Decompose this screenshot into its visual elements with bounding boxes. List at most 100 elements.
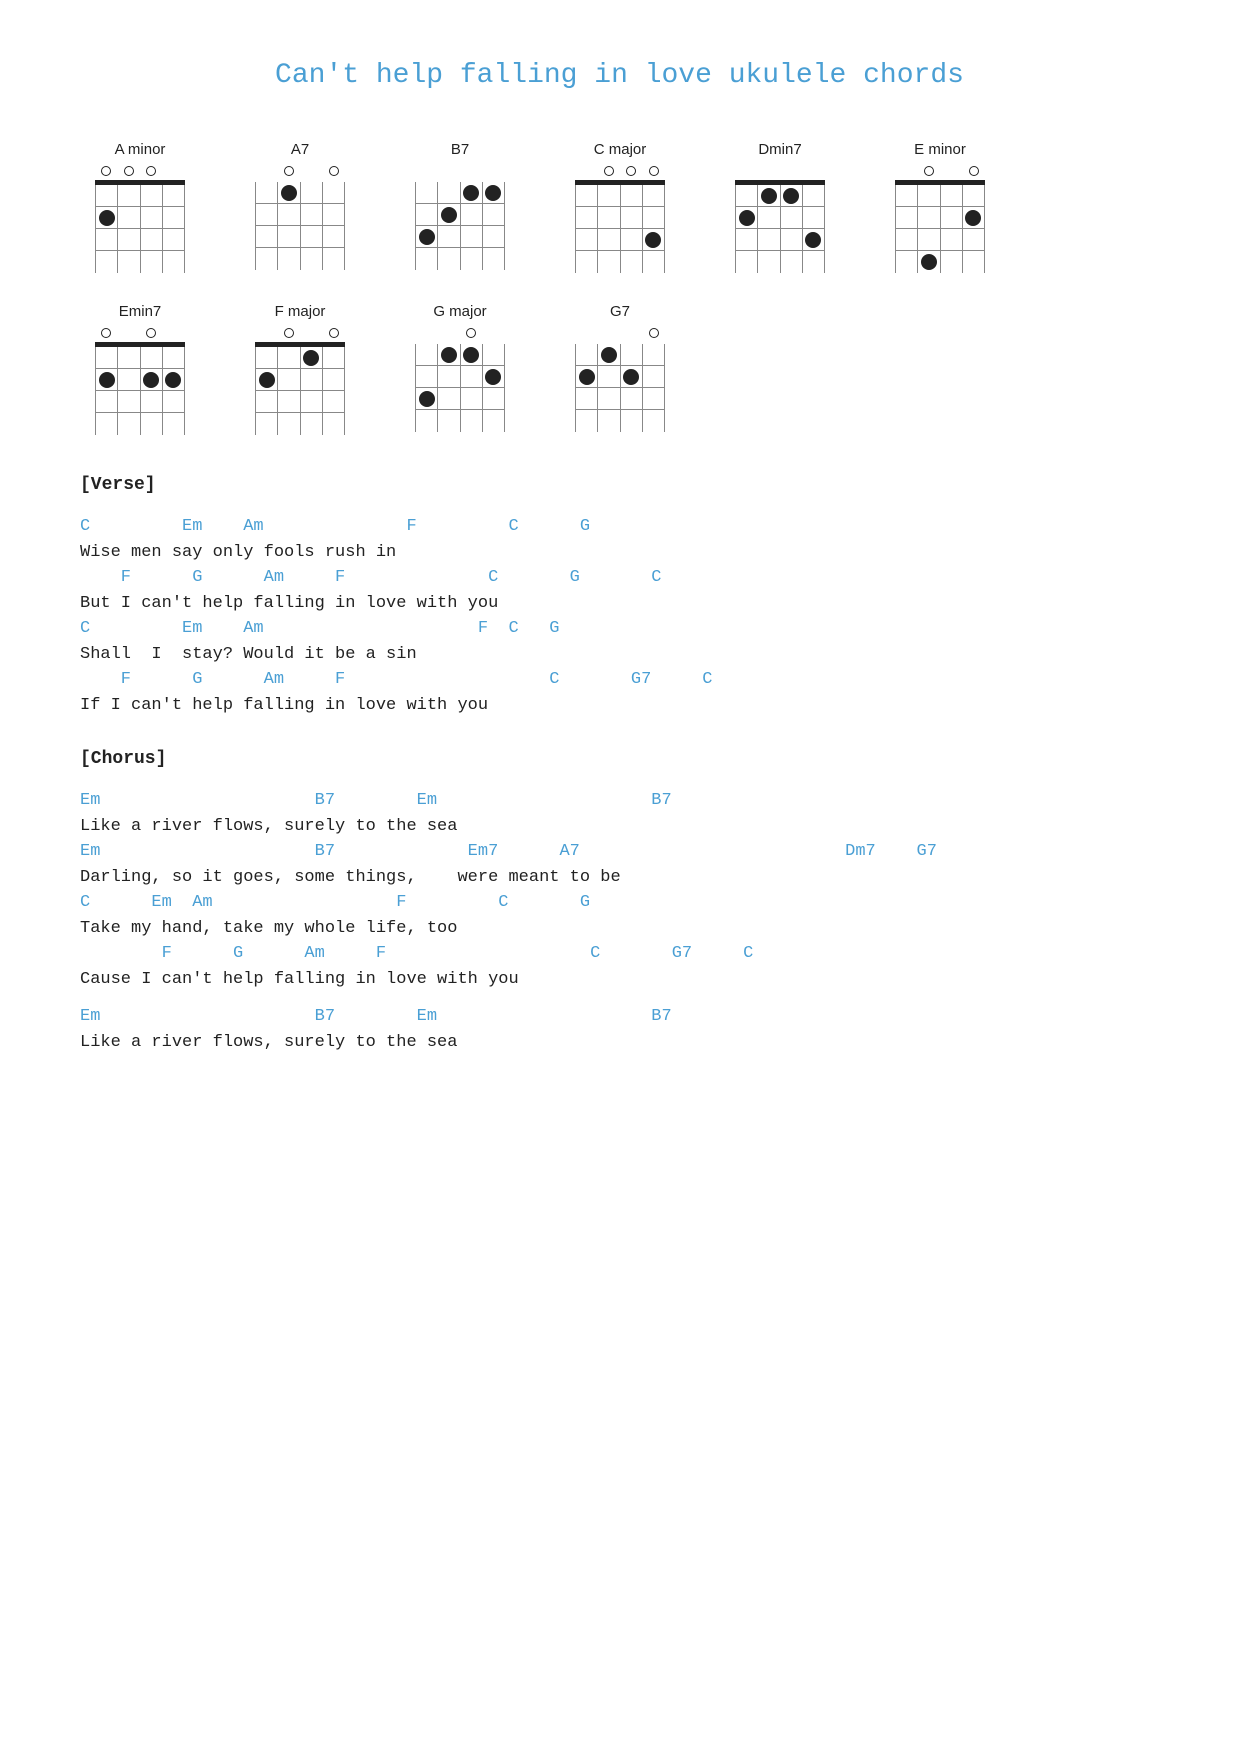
chord-grid bbox=[255, 324, 345, 435]
open-strings bbox=[415, 162, 505, 180]
fret-cell bbox=[301, 413, 323, 435]
fret-row bbox=[575, 366, 665, 388]
fret-cell bbox=[941, 251, 963, 273]
fret-row bbox=[735, 207, 825, 229]
finger-dot bbox=[303, 350, 319, 366]
open-string-indicator bbox=[581, 328, 591, 338]
fret-row bbox=[95, 229, 185, 251]
chord-grid bbox=[95, 162, 185, 273]
open-string-indicator bbox=[489, 166, 499, 176]
open-string-indicator bbox=[466, 166, 476, 176]
finger-dot bbox=[485, 369, 501, 385]
open-string-indicator bbox=[101, 328, 111, 338]
fret-cell bbox=[118, 369, 140, 390]
section-label: [Chorus] bbox=[80, 749, 1159, 769]
finger-dot bbox=[463, 347, 479, 363]
open-strings bbox=[895, 162, 985, 180]
fret-cell bbox=[758, 207, 780, 228]
fret-cell bbox=[621, 251, 643, 273]
fret-cell bbox=[918, 251, 940, 273]
lyric-line: Like a river flows, surely to the sea bbox=[80, 813, 1159, 840]
fret-cell bbox=[95, 229, 118, 250]
chord-line: C Em Am F C G bbox=[80, 891, 1159, 915]
finger-dot bbox=[579, 369, 595, 385]
fret-grid bbox=[255, 182, 345, 270]
song-section: [Chorus]Em B7 Em B7Like a river flows, s… bbox=[80, 749, 1159, 1056]
fret-cell bbox=[598, 207, 620, 228]
open-string-indicator bbox=[169, 328, 179, 338]
fret-cell bbox=[163, 391, 185, 412]
fret-cell bbox=[598, 410, 620, 432]
chord-name: G7 bbox=[610, 303, 630, 320]
open-string-indicator bbox=[261, 328, 271, 338]
fret-cell bbox=[118, 185, 140, 206]
fret-cell bbox=[141, 207, 163, 228]
fret-cell bbox=[438, 344, 460, 365]
fret-grid bbox=[255, 347, 345, 435]
chord-line: C Em Am F C G bbox=[80, 515, 1159, 539]
chord-grid bbox=[735, 162, 825, 273]
open-strings bbox=[95, 162, 185, 180]
open-string-indicator bbox=[649, 166, 659, 176]
song-section: [Verse]C Em Am F C GWise men say only fo… bbox=[80, 475, 1159, 719]
fret-row bbox=[415, 182, 505, 204]
fret-cell bbox=[598, 388, 620, 409]
fret-cell bbox=[643, 251, 665, 273]
fret-cell bbox=[483, 182, 505, 203]
fret-cell bbox=[301, 226, 323, 247]
fret-cell bbox=[461, 226, 483, 247]
chord-diagram-f-major: F major bbox=[240, 303, 360, 435]
chord-diagram-g7: G7 bbox=[560, 303, 680, 435]
fret-cell bbox=[621, 366, 643, 387]
finger-dot bbox=[143, 372, 159, 388]
fret-cell bbox=[438, 204, 460, 225]
open-string-indicator bbox=[169, 166, 179, 176]
fret-row bbox=[575, 251, 665, 273]
fret-grid bbox=[415, 344, 505, 432]
fret-cell bbox=[621, 410, 643, 432]
fret-cell bbox=[255, 226, 278, 247]
chord-name: F major bbox=[275, 303, 326, 320]
fret-row bbox=[95, 413, 185, 435]
fret-grid bbox=[575, 185, 665, 273]
fret-cell bbox=[643, 185, 665, 206]
finger-dot bbox=[281, 185, 297, 201]
fret-grid bbox=[95, 185, 185, 273]
fret-cell bbox=[301, 204, 323, 225]
fret-row bbox=[735, 251, 825, 273]
fret-cell bbox=[438, 388, 460, 409]
fret-cell bbox=[895, 185, 918, 206]
fret-cell bbox=[575, 229, 598, 250]
fret-cell bbox=[118, 207, 140, 228]
fret-cell bbox=[255, 369, 278, 390]
open-string-indicator bbox=[741, 166, 751, 176]
fret-row bbox=[95, 185, 185, 207]
fret-cell bbox=[323, 182, 345, 203]
fret-cell bbox=[735, 185, 758, 206]
chord-grid bbox=[95, 324, 185, 435]
fret-cell bbox=[621, 185, 643, 206]
fret-cell bbox=[95, 347, 118, 368]
fret-cell bbox=[781, 207, 803, 228]
fret-cell bbox=[643, 366, 665, 387]
section-label: [Verse] bbox=[80, 475, 1159, 495]
fret-cell bbox=[895, 251, 918, 273]
fret-cell bbox=[895, 229, 918, 250]
finger-dot bbox=[165, 372, 181, 388]
finger-dot bbox=[783, 188, 799, 204]
fret-cell bbox=[643, 207, 665, 228]
fret-cell bbox=[415, 410, 438, 432]
open-string-indicator bbox=[946, 166, 956, 176]
fret-cell bbox=[918, 185, 940, 206]
open-string-indicator bbox=[604, 166, 614, 176]
chord-diagram-g-major: G major bbox=[400, 303, 520, 435]
fret-row bbox=[255, 413, 345, 435]
fret-cell bbox=[598, 366, 620, 387]
fret-row bbox=[575, 185, 665, 207]
fret-row bbox=[415, 204, 505, 226]
open-string-indicator bbox=[649, 328, 659, 338]
open-string-indicator bbox=[924, 166, 934, 176]
fret-cell bbox=[781, 229, 803, 250]
fret-cell bbox=[918, 229, 940, 250]
open-string-indicator bbox=[329, 166, 339, 176]
